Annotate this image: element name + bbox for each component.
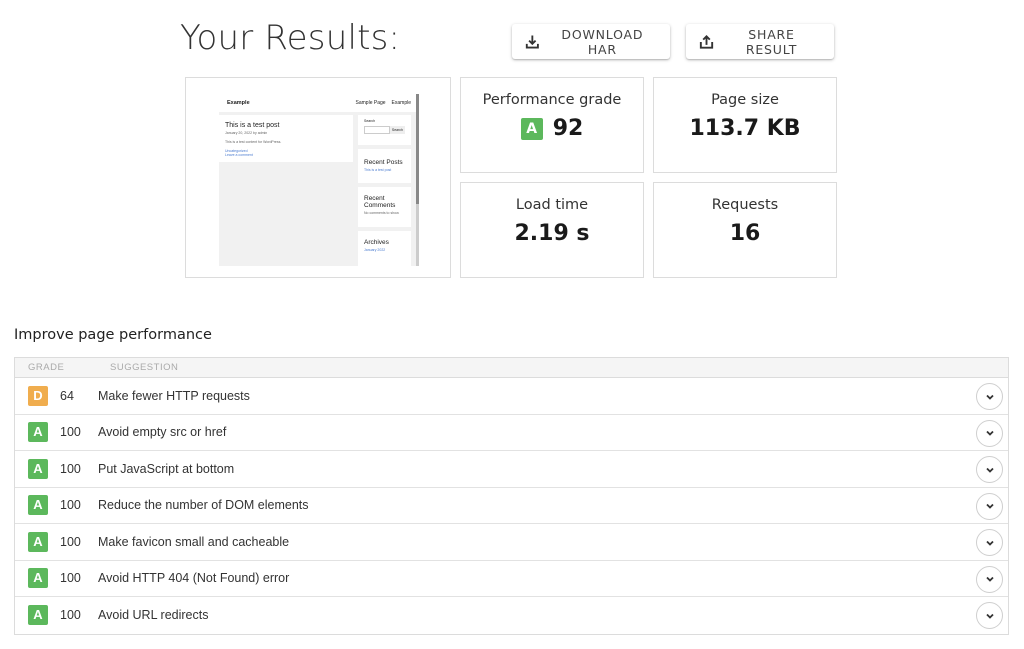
score-value: 100 [60,534,81,549]
preview-recent-comments-text: No comments to show. [364,211,400,215]
suggestions-table: GRADE SUGGESTION D 64 Make fewer HTTP requ… [14,357,1009,635]
table-row[interactable]: A 100 Put JavaScript at bottom [15,451,1008,488]
score-value: 100 [60,498,81,513]
improve-section-title: Improve page performance [14,327,212,343]
grade-badge: A [28,568,48,589]
chevron-down-icon [985,613,994,619]
preview-search-widget: Search Search [358,115,411,145]
download-har-label: DOWNLOAD HAR [561,26,644,57]
preview-recent-posts: Recent Posts This is a test post [358,149,411,183]
score-value: 100 [60,608,81,623]
page-title: Your Results: [180,18,401,58]
suggestion-text: Make fewer HTTP requests [98,388,250,403]
suggestion-text: Put JavaScript at bottom [98,461,235,476]
score-value: 100 [60,425,81,440]
preview-header: Example Sample Page Example [219,94,419,112]
table-row[interactable]: D 64 Make fewer HTTP requests [15,378,1008,415]
grade-badge: D [28,385,48,406]
grade-badge: A [28,495,48,516]
load-time-value: 2.19 s [514,221,590,246]
share-icon [699,34,714,49]
suggestion-text: Avoid HTTP 404 (Not Found) error [98,571,290,586]
page-screenshot-preview: Example Sample Page Example This is a te… [185,77,451,278]
grade-badge: A [28,531,48,552]
page-size-value: 113.7 KB [689,116,801,141]
performance-grade-value-row: A 92 [461,116,643,141]
page-size-card: Page size 113.7 KB [653,77,837,173]
table-row[interactable]: A 100 Reduce the number of DOM elements [15,488,1008,524]
table-row[interactable]: A 100 Avoid empty src or href [15,415,1008,451]
grade-badge: A [28,422,48,443]
share-result-label: SHARE RESULT [745,26,798,57]
suggestion-text: Make favicon small and cacheable [98,534,290,549]
performance-grade-label: Performance grade [482,92,622,108]
preview-recent-posts-link: This is a test post [364,168,392,172]
download-har-button[interactable]: DOWNLOAD HAR [512,24,670,59]
score-value: 64 [60,388,74,403]
preview-post-link: Leave a comment [225,153,253,157]
load-time-card: Load time 2.19 s [460,182,644,278]
expand-row-button[interactable] [976,565,1003,593]
table-row[interactable]: A 100 Avoid HTTP 404 (Not Found) error [15,561,1008,597]
preview-site-title: Example [227,100,250,106]
requests-value: 16 [729,221,761,246]
requests-label: Requests [711,197,779,213]
expand-row-button[interactable] [976,383,1003,410]
preview-recent-posts-title: Recent Posts [364,159,403,166]
preview-post-title: This is a test post [225,122,280,129]
preview-nav-item: Sample Page [355,100,386,106]
share-result-button[interactable]: SHARE RESULT [686,24,834,59]
chevron-down-icon [985,540,994,546]
expand-row-button[interactable] [976,419,1003,447]
preview-post: This is a test post January 20, 2022 by … [219,115,353,162]
table-header: GRADE SUGGESTION [15,358,1008,378]
preview-archives: Archives January 2022 [358,231,411,266]
expand-row-button[interactable] [976,602,1003,629]
performance-grade-badge: A [520,117,543,140]
suggestion-text: Avoid empty src or href [98,425,227,440]
grade-badge: A [28,605,48,626]
table-row[interactable]: A 100 Avoid URL redirects [15,597,1008,634]
expand-row-button[interactable] [976,529,1003,556]
chevron-down-icon [985,394,994,400]
preview-scrollbar [416,94,419,266]
column-header-suggestion: SUGGESTION [110,362,179,373]
preview-archives-link: January 2022 [364,248,386,252]
preview-recent-comments: Recent Comments No comments to show. [358,187,411,227]
page-size-label: Page size [711,92,779,108]
chevron-down-icon [985,430,994,436]
preview-recent-comments-title: Recent Comments [364,195,396,209]
preview-search-label: Search [364,119,376,123]
suggestion-text: Reduce the number of DOM elements [98,498,309,513]
grade-badge: A [28,458,48,479]
requests-card: Requests 16 [653,182,837,278]
chevron-down-icon [985,503,994,509]
preview-viewport: Example Sample Page Example This is a te… [219,94,419,266]
load-time-label: Load time [515,197,589,213]
preview-post-text: This is a test content for WordPress. [225,140,282,144]
preview-post-meta: January 20, 2022 by admin [225,131,268,135]
preview-nav-item: Example [391,100,411,106]
performance-grade-value: 92 [552,116,584,141]
performance-grade-card: Performance grade A 92 [460,77,644,173]
table-row[interactable]: A 100 Make favicon small and cacheable [15,524,1008,561]
expand-row-button[interactable] [976,456,1003,483]
score-value: 100 [60,461,81,476]
suggestion-text: Avoid URL redirects [98,608,209,623]
column-header-grade: GRADE [28,362,65,373]
chevron-down-icon [985,576,994,582]
chevron-down-icon [985,467,994,473]
preview-archives-title: Archives [364,239,389,246]
score-value: 100 [60,571,81,586]
preview-search-button: Search [389,126,405,134]
expand-row-button[interactable] [976,492,1003,520]
download-icon [525,35,539,48]
